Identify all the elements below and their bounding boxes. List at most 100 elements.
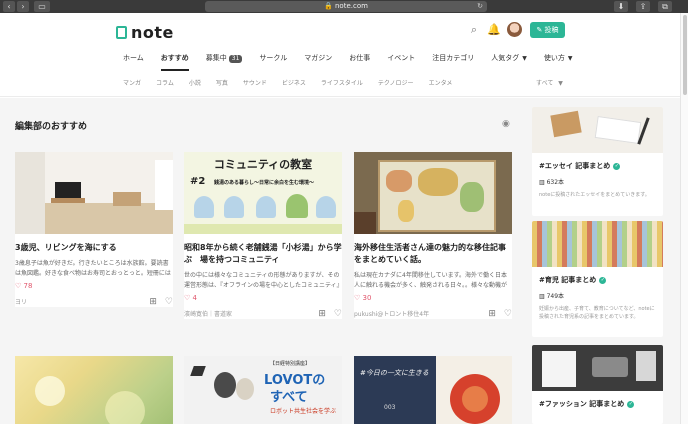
like-heart-icon[interactable]: ♡ bbox=[165, 297, 173, 307]
article-card[interactable]: 【日経特別講座】 LOVOTの すべて ロボット共生社会を学ぶ bbox=[184, 356, 342, 424]
category-item[interactable]: エンタメ bbox=[429, 78, 453, 87]
main-nav: ホーム おすすめ 募集中 31 サークル マガジン お仕事 イベント 注目カテゴリ… bbox=[123, 53, 589, 71]
article-thumbnail: #今日の一文に生きる 003 bbox=[354, 356, 512, 424]
logo-text: note bbox=[131, 23, 174, 42]
bookmark-icon[interactable]: ⊞ bbox=[149, 297, 157, 307]
pen-icon: ✎ bbox=[536, 26, 543, 34]
verified-icon: ✓ bbox=[613, 163, 621, 170]
like-count[interactable]: ♡ 4 bbox=[184, 294, 342, 302]
sidebar-card-image bbox=[532, 221, 663, 267]
forward-icon[interactable]: › bbox=[17, 1, 29, 12]
sidebar-card-title: #ファッション 記事まとめ ✓ bbox=[539, 399, 663, 409]
feed: 編集部のおすすめ ◉ 3歳児、リビングを海にする 3歳息子は魚が好きだ。行きたい… bbox=[0, 98, 680, 424]
logo[interactable]: note bbox=[116, 23, 174, 42]
article-thumbnail bbox=[15, 152, 173, 234]
bookmark-icon[interactable]: ⊞ bbox=[318, 309, 326, 319]
bookmark-icon[interactable]: ⊞ bbox=[488, 309, 496, 319]
category-item[interactable]: テクノロジー bbox=[378, 78, 414, 87]
download-icon[interactable]: ⬇ bbox=[614, 1, 628, 12]
nav-item-events[interactable]: イベント bbox=[387, 53, 415, 63]
nav-item-recommended[interactable]: おすすめ bbox=[160, 53, 189, 71]
address-text: note.com bbox=[335, 2, 368, 10]
like-heart-icon[interactable]: ♡ bbox=[334, 309, 342, 319]
bell-icon[interactable]: 🔔 bbox=[487, 24, 501, 36]
nav-item-jobs[interactable]: お仕事 bbox=[349, 53, 370, 63]
article-card[interactable]: 3歳児、リビングを海にする 3歳息子は魚が好きだ。行きたいところは水族館。要読書… bbox=[15, 152, 173, 307]
article-card[interactable]: 海外移住生活者さん達の魅力的な移住記事をまとめていく話。 私は現在カナダに4年間… bbox=[354, 152, 512, 319]
article-excerpt: 3歳息子は魚が好きだ。行きたいところは水族館。要読書は魚図鑑。好きな食べ物はお寿… bbox=[15, 260, 171, 277]
category-item[interactable]: サウンド bbox=[243, 78, 267, 87]
sidebar-card[interactable]: #育児 記事まとめ ✓ ▥ 749本 妊娠から出産、子育て、教育についてなど、no… bbox=[532, 221, 663, 337]
article-card[interactable]: #今日の一文に生きる 003 bbox=[354, 356, 512, 424]
article-author[interactable]: 濱崎寛伯｜書道家 bbox=[184, 309, 232, 319]
reload-icon[interactable]: ↻ bbox=[477, 1, 483, 12]
nav-item-categories[interactable]: 注目カテゴリ bbox=[432, 53, 474, 63]
nav-label: サークル bbox=[259, 54, 288, 62]
title-text: #エッセイ 記事まとめ bbox=[539, 162, 611, 170]
site-header: note ⌕ 🔔 ✎ 投稿 ホーム おすすめ 募集中 31 サークル マガジン お… bbox=[0, 13, 680, 97]
article-card[interactable] bbox=[15, 356, 173, 424]
thumbnail-heading: コミュニティの教室 bbox=[213, 158, 313, 171]
heart-icon: ♡ bbox=[15, 282, 22, 290]
category-nav: マンガ コラム 小説 写真 サウンド ビジネス ライフスタイル テクノロジー エ… bbox=[123, 78, 467, 87]
heart-icon: ♡ bbox=[354, 294, 361, 302]
article-thumbnail bbox=[354, 152, 512, 234]
verified-icon: ✓ bbox=[599, 277, 607, 284]
nav-item-circle[interactable]: サークル bbox=[259, 53, 287, 63]
sidebar-toggle-icon[interactable]: ▭ bbox=[34, 1, 50, 12]
article-title: 昭和8年から続く老舗銭湯「小杉湯」から学ぶ 場を持つコミュニティ bbox=[184, 243, 342, 264]
nav-item-popular-tags[interactable]: 人気タグ ▼ bbox=[491, 53, 527, 63]
nav-item-how-to[interactable]: 使い方 ▼ bbox=[544, 53, 573, 63]
like-count[interactable]: ♡ 78 bbox=[15, 282, 173, 290]
count-text: 632本 bbox=[546, 179, 565, 186]
nav-item-magazine[interactable]: マガジン bbox=[304, 53, 332, 63]
heart-icon: ♡ bbox=[184, 294, 191, 302]
like-count[interactable]: ♡ 30 bbox=[354, 294, 512, 302]
nav-label: イベント bbox=[387, 54, 416, 62]
article-author[interactable]: pukushi@トロント移住4年 bbox=[354, 309, 429, 319]
share-icon[interactable]: ⇪ bbox=[636, 1, 650, 12]
count-badge: 31 bbox=[228, 55, 243, 63]
category-item[interactable]: コラム bbox=[156, 78, 174, 87]
post-button[interactable]: ✎ 投稿 bbox=[530, 22, 565, 38]
nav-label: 人気タグ bbox=[491, 54, 520, 62]
article-card[interactable]: コミュニティの教室 #2 銭湯のある暮らし〜日常に余白を生む環境〜 昭和8年から… bbox=[184, 152, 342, 319]
article-thumbnail: 【日経特別講座】 LOVOTの すべて ロボット共生社会を学ぶ bbox=[184, 356, 342, 424]
category-item[interactable]: ビジネス bbox=[282, 78, 306, 87]
address-bar[interactable]: 🔒 note.com ↻ bbox=[205, 1, 487, 12]
article-thumbnail bbox=[15, 356, 173, 424]
nav-label: マガジン bbox=[304, 54, 333, 62]
sidebar-card-desc: noteに投稿されたエッセイをまとめていきます。 bbox=[539, 192, 650, 198]
sidebar-card-image bbox=[532, 345, 663, 391]
nav-item-home[interactable]: ホーム bbox=[123, 53, 144, 63]
thumbnail-number: #2 bbox=[190, 176, 206, 187]
category-item[interactable]: 小説 bbox=[189, 78, 201, 87]
scrollbar[interactable] bbox=[680, 13, 688, 424]
avatar[interactable] bbox=[507, 22, 522, 37]
tabs-icon[interactable]: ⧉ bbox=[658, 1, 672, 12]
category-item[interactable]: 写真 bbox=[216, 78, 228, 87]
title-text: #ファッション 記事まとめ bbox=[539, 400, 625, 408]
category-item[interactable]: ライフスタイル bbox=[321, 78, 363, 87]
book-icon: ▥ bbox=[539, 293, 545, 300]
like-heart-icon[interactable]: ♡ bbox=[504, 309, 512, 319]
sidebar-card[interactable]: #エッセイ 記事まとめ ✓ ▥ 632本 noteに投稿されたエッセイをまとめてい… bbox=[532, 107, 663, 216]
sort-label: すべて bbox=[536, 80, 554, 87]
search-icon[interactable]: ⌕ bbox=[468, 24, 480, 36]
nav-label: お仕事 bbox=[349, 54, 371, 62]
like-count-value: 4 bbox=[192, 294, 197, 302]
thumbnail-number: 003 bbox=[384, 404, 396, 411]
article-author[interactable]: ヨリ bbox=[15, 297, 27, 307]
nav-item-recruiting[interactable]: 募集中 31 bbox=[206, 53, 243, 63]
category-item[interactable]: マンガ bbox=[123, 78, 141, 87]
scrollbar-thumb[interactable] bbox=[683, 15, 687, 95]
sort-dropdown[interactable]: すべて ▼ bbox=[536, 78, 563, 87]
thumbnail-heading-2: すべて bbox=[270, 390, 308, 405]
back-icon[interactable]: ‹ bbox=[3, 1, 15, 12]
thumbnail-subtitle: 銭湯のある暮らし〜日常に余白を生む環境〜 bbox=[214, 180, 315, 186]
sidebar-card-count: ▥ 632本 bbox=[539, 177, 663, 186]
sidebar-card[interactable]: #ファッション 記事まとめ ✓ bbox=[532, 345, 663, 424]
section-title: 編集部のおすすめ bbox=[15, 122, 88, 132]
rss-icon[interactable]: ◉ bbox=[502, 119, 510, 129]
like-count-value: 30 bbox=[362, 294, 372, 302]
